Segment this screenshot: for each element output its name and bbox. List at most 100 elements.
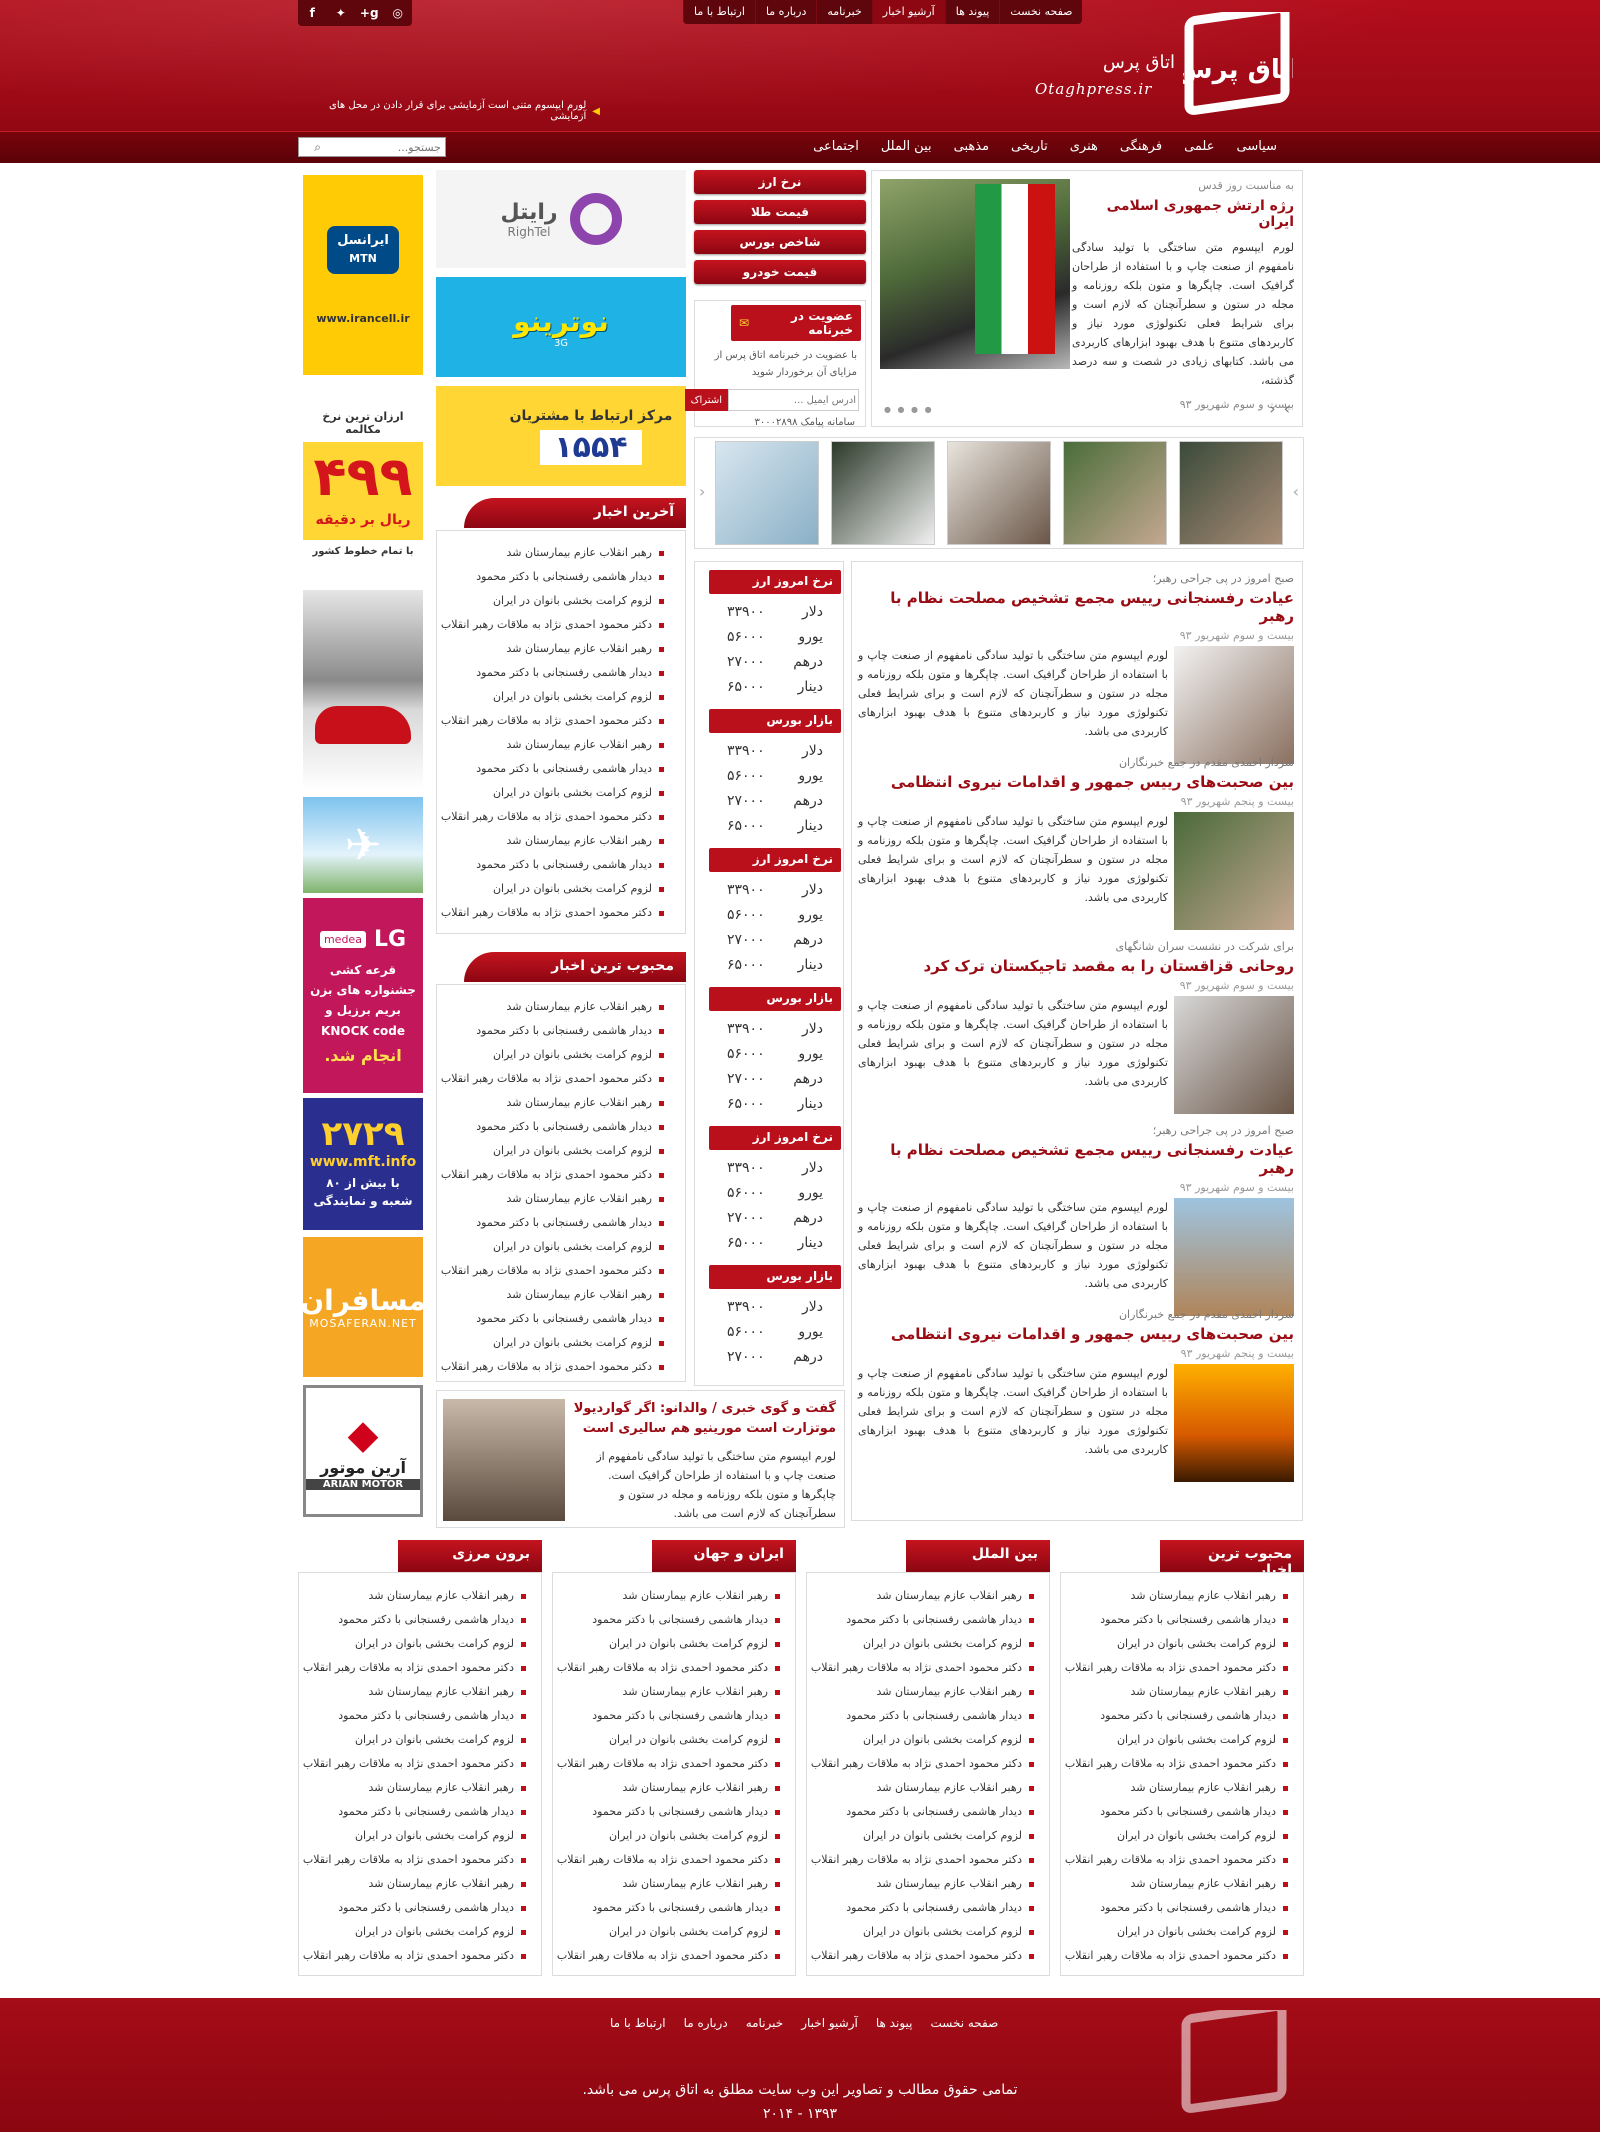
thumbs-prev-icon[interactable]: › bbox=[1293, 482, 1299, 501]
ad-car[interactable] bbox=[303, 590, 423, 790]
nav-history[interactable]: تاریخی bbox=[1000, 132, 1059, 161]
rate-box-header[interactable]: بازار بورس bbox=[709, 987, 841, 1011]
news-item[interactable]: صبح امروز در پی جراحی رهبر؛ عیادت رفسنجان… bbox=[858, 572, 1294, 764]
nav-social[interactable]: اجتماعی bbox=[802, 132, 870, 161]
news-headline[interactable]: دیدار هاشمی رفسنجانی با دکتر محمود bbox=[1064, 1896, 1290, 1920]
news-headline[interactable]: رهبر انقلاب عازم بیمارستان شد bbox=[556, 1872, 782, 1896]
news-headline[interactable]: دیدار هاشمی رفسنجانی با دکتر محمود bbox=[440, 565, 666, 589]
news-headline[interactable]: لزوم کرامت بخشی بانوان در ایران bbox=[440, 1139, 666, 1163]
ad-notrino[interactable]: نوترینو 3G bbox=[436, 277, 686, 377]
news-headline[interactable]: لزوم کرامت بخشی بانوان در ایران bbox=[810, 1824, 1036, 1848]
photo-thumbnail[interactable] bbox=[1063, 441, 1167, 545]
news-headline[interactable]: دکتر محمود احمدی نژاد به ملاقات رهبر انق… bbox=[440, 1067, 666, 1091]
topnav-about[interactable]: درباره ما bbox=[754, 0, 816, 24]
footer-link-home[interactable]: صفحه نخست bbox=[930, 2016, 998, 2030]
news-headline[interactable]: دکتر محمود احمدی نژاد به ملاقات رهبر انق… bbox=[440, 709, 666, 733]
news-headline[interactable]: لزوم کرامت بخشی بانوان در ایران bbox=[302, 1824, 528, 1848]
news-headline[interactable]: دیدار هاشمی رفسنجانی با دکتر محمود bbox=[440, 757, 666, 781]
news-headline[interactable]: لزوم کرامت بخشی بانوان در ایران bbox=[1064, 1632, 1290, 1656]
news-headline[interactable]: دیدار هاشمی رفسنجانی با دکتر محمود bbox=[302, 1608, 528, 1632]
news-headline[interactable]: رهبر انقلاب عازم بیمارستان شد bbox=[302, 1680, 528, 1704]
currency-rate-button[interactable]: نرخ ارز bbox=[694, 170, 866, 194]
newsletter-email-input[interactable] bbox=[728, 389, 859, 411]
news-headline[interactable]: رهبر انقلاب عازم بیمارستان شد bbox=[440, 1283, 666, 1307]
news-headline[interactable]: لزوم کرامت بخشی بانوان در ایران bbox=[440, 877, 666, 901]
news-image[interactable] bbox=[1174, 996, 1294, 1114]
topnav-archive[interactable]: آرشیو اخبار bbox=[871, 0, 945, 24]
nav-international[interactable]: بین الملل bbox=[870, 132, 943, 161]
slider-title[interactable]: رژه ارتش جمهوری اسلامی ایران bbox=[1072, 198, 1294, 230]
featured-slider[interactable]: به مناسبت روز قدس رژه ارتش جمهوری اسلامی… bbox=[871, 170, 1303, 427]
instagram-icon[interactable]: ◎ bbox=[387, 6, 409, 20]
footer-link-contact[interactable]: ارتباط با ما bbox=[610, 2016, 666, 2030]
news-headline[interactable]: لزوم کرامت بخشی بانوان در ایران bbox=[810, 1728, 1036, 1752]
news-headline[interactable]: لزوم کرامت بخشی بانوان در ایران bbox=[440, 1331, 666, 1355]
ad-mft[interactable]: ۲۷۲۹ www.mft.info با بیش از ۸۰ شعبه و نم… bbox=[303, 1098, 423, 1230]
news-headline[interactable]: رهبر انقلاب عازم بیمارستان شد bbox=[1064, 1584, 1290, 1608]
ad-lg-medea[interactable]: LG medea قرعه کشی جشنواره های بزن بریم ب… bbox=[303, 898, 423, 1093]
news-headline[interactable]: دیدار هاشمی رفسنجانی با دکتر محمود bbox=[556, 1896, 782, 1920]
news-headline[interactable]: رهبر انقلاب عازم بیمارستان شد bbox=[810, 1872, 1036, 1896]
nav-politics[interactable]: سیاسی bbox=[1225, 132, 1288, 161]
bottom-section-header[interactable]: محبوب ترین اخبار bbox=[1160, 1540, 1304, 1578]
news-headline[interactable]: دکتر محمود احمدی نژاد به ملاقات رهبر انق… bbox=[440, 901, 666, 925]
news-image[interactable] bbox=[1174, 1198, 1294, 1316]
news-headline[interactable]: لزوم کرامت بخشی بانوان در ایران bbox=[440, 781, 666, 805]
news-image[interactable] bbox=[1174, 812, 1294, 930]
news-headline[interactable]: دیدار هاشمی رفسنجانی با دکتر محمود bbox=[440, 1115, 666, 1139]
search-icon[interactable]: ⌕ bbox=[314, 140, 321, 155]
news-headline[interactable]: لزوم کرامت بخشی بانوان در ایران bbox=[440, 589, 666, 613]
footer-link-archive[interactable]: آرشیو اخبار bbox=[801, 2016, 858, 2030]
news-headline[interactable]: لزوم کرامت بخشی بانوان در ایران bbox=[810, 1632, 1036, 1656]
photo-thumbnail[interactable] bbox=[947, 441, 1051, 545]
news-title[interactable]: روحانی قزاقستان را به مقصد تاجیکستان ترک… bbox=[858, 957, 1294, 975]
news-title[interactable]: عیادت رفسنجانی رییس مجمع تشخیص مصلحت نظا… bbox=[858, 589, 1294, 625]
news-headline[interactable]: رهبر انقلاب عازم بیمارستان شد bbox=[302, 1584, 528, 1608]
news-headline[interactable]: رهبر انقلاب عازم بیمارستان شد bbox=[810, 1776, 1036, 1800]
news-headline[interactable]: دکتر محمود احمدی نژاد به ملاقات رهبر انق… bbox=[440, 1259, 666, 1283]
news-headline[interactable]: رهبر انقلاب عازم بیمارستان شد bbox=[556, 1584, 782, 1608]
news-headline[interactable]: رهبر انقلاب عازم بیمارستان شد bbox=[440, 637, 666, 661]
rate-box-header[interactable]: نرخ امروز ارز bbox=[709, 570, 841, 594]
news-headline[interactable]: دکتر محمود احمدی نژاد به ملاقات رهبر انق… bbox=[810, 1944, 1036, 1968]
news-headline[interactable]: دکتر محمود احمدی نژاد به ملاقات رهبر انق… bbox=[302, 1848, 528, 1872]
news-headline[interactable]: دکتر محمود احمدی نژاد به ملاقات رهبر انق… bbox=[556, 1656, 782, 1680]
news-headline[interactable]: لزوم کرامت بخشی بانوان در ایران bbox=[1064, 1920, 1290, 1944]
news-headline[interactable]: دکتر محمود احمدی نژاد به ملاقات رهبر انق… bbox=[556, 1848, 782, 1872]
car-price-button[interactable]: قیمت خودرو bbox=[694, 260, 866, 284]
gold-price-button[interactable]: قیمت طلا bbox=[694, 200, 866, 224]
news-headline[interactable]: دیدار هاشمی رفسنجانی با دکتر محمود bbox=[556, 1704, 782, 1728]
news-headline[interactable]: رهبر انقلاب عازم بیمارستان شد bbox=[440, 541, 666, 565]
news-title[interactable]: عیادت رفسنجانی رییس مجمع تشخیص مصلحت نظا… bbox=[858, 1141, 1294, 1177]
news-headline[interactable]: دکتر محمود احمدی نژاد به ملاقات رهبر انق… bbox=[556, 1944, 782, 1968]
news-headline[interactable]: لزوم کرامت بخشی بانوان در ایران bbox=[810, 1920, 1036, 1944]
news-headline[interactable]: دیدار هاشمی رفسنجانی با دکتر محمود bbox=[1064, 1608, 1290, 1632]
news-headline[interactable]: لزوم کرامت بخشی بانوان در ایران bbox=[556, 1728, 782, 1752]
news-headline[interactable]: لزوم کرامت بخشی بانوان در ایران bbox=[440, 1043, 666, 1067]
news-title[interactable]: بین صحبت‌های رییس جمهور و اقدامات نیروی … bbox=[858, 1325, 1294, 1343]
news-headline[interactable]: دیدار هاشمی رفسنجانی با دکتر محمود bbox=[440, 1019, 666, 1043]
news-headline[interactable]: دکتر محمود احمدی نژاد به ملاقات رهبر انق… bbox=[302, 1944, 528, 1968]
news-headline[interactable]: لزوم کرامت بخشی بانوان در ایران bbox=[1064, 1824, 1290, 1848]
news-headline[interactable]: دیدار هاشمی رفسنجانی با دکتر محمود bbox=[440, 1211, 666, 1235]
news-headline[interactable]: لزوم کرامت بخشی بانوان در ایران bbox=[556, 1920, 782, 1944]
news-headline[interactable]: دکتر محمود احمدی نژاد به ملاقات رهبر انق… bbox=[440, 1355, 666, 1379]
news-headline[interactable]: دیدار هاشمی رفسنجانی با دکتر محمود bbox=[302, 1896, 528, 1920]
site-logo[interactable]: اتاق پرس bbox=[1177, 3, 1299, 120]
twitter-icon[interactable]: ✦ bbox=[330, 6, 352, 20]
news-headline[interactable]: دیدار هاشمی رفسنجانی با دکتر محمود bbox=[440, 661, 666, 685]
news-headline[interactable]: رهبر انقلاب عازم بیمارستان شد bbox=[556, 1776, 782, 1800]
slider-dots[interactable]: ● ● ● ● bbox=[884, 405, 934, 414]
news-ticker[interactable]: ◀ لورم ایپسوم متنی است آزمایشی برای قرار… bbox=[300, 100, 600, 122]
footer-link-links[interactable]: پیوند ها bbox=[876, 2016, 913, 2030]
latest-news-header[interactable]: آخرین اخبار bbox=[464, 498, 686, 528]
ad-rightel[interactable]: رایتل RighTel bbox=[436, 170, 686, 268]
interview-box[interactable]: گفت و گوی خبری / والدانو: اگر گواردیولا … bbox=[436, 1390, 845, 1528]
news-headline[interactable]: دیدار هاشمی رفسنجانی با دکتر محمود bbox=[302, 1800, 528, 1824]
rate-box-header[interactable]: نرخ امروز ارز bbox=[709, 1126, 841, 1150]
ad-irancell[interactable]: ایرانسل MTN www.irancell.ir bbox=[303, 175, 423, 375]
nav-culture[interactable]: فرهنگی bbox=[1109, 132, 1173, 161]
bottom-section-header[interactable]: برون مرزی bbox=[398, 1540, 542, 1572]
footer-link-newsletter[interactable]: خبرنامه bbox=[746, 2016, 784, 2030]
news-headline[interactable]: لزوم کرامت بخشی بانوان در ایران bbox=[556, 1632, 782, 1656]
